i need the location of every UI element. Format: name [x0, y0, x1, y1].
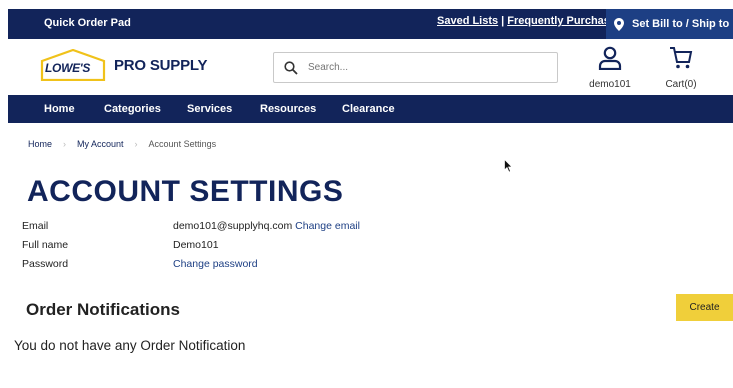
- location-pin-icon: [614, 17, 624, 31]
- cart-label: Cart(0): [665, 79, 697, 90]
- breadcrumb-my-account[interactable]: My Account: [77, 139, 124, 149]
- search-box[interactable]: [273, 52, 558, 83]
- top-utility-bar: Quick Order Pad Saved Lists | Frequently P…: [8, 9, 733, 39]
- nav-home[interactable]: Home: [44, 103, 75, 115]
- breadcrumb: Home › My Account › Account Settings: [28, 139, 216, 149]
- create-button[interactable]: Create: [676, 294, 733, 321]
- saved-lists-link[interactable]: Saved Lists: [437, 15, 498, 27]
- quick-order-pad-link[interactable]: Quick Order Pad: [44, 17, 131, 29]
- page-title: ACCOUNT SETTINGS: [27, 175, 344, 208]
- empty-notifications-message: You do not have any Order Notification: [14, 338, 246, 353]
- account-username: demo101: [589, 79, 631, 90]
- email-row: demo101@supplyhq.com Change email: [173, 220, 360, 232]
- email-value: demo101@supplyhq.com: [173, 220, 293, 232]
- nav-categories[interactable]: Categories: [104, 103, 161, 115]
- chevron-right-icon: ›: [134, 139, 138, 149]
- bill-to-label: Set Bill to / Ship to: [632, 18, 730, 30]
- search-icon: [284, 60, 298, 75]
- chevron-right-icon: ›: [63, 139, 67, 149]
- email-label: Email: [22, 220, 49, 232]
- nav-services[interactable]: Services: [187, 103, 232, 115]
- nav-clearance[interactable]: Clearance: [342, 103, 395, 115]
- bill-to-ship-to-button[interactable]: Set Bill to / Ship to: [606, 9, 733, 39]
- logo-lowes-text: LOWE'S: [45, 61, 91, 75]
- cart-icon: [670, 47, 693, 69]
- account-menu[interactable]: demo101: [586, 46, 634, 90]
- search-input[interactable]: [308, 62, 538, 73]
- nav-resources[interactable]: Resources: [260, 103, 316, 115]
- site-header: LOWE'S PRO SUPPLY demo101 Cart(0): [8, 39, 733, 95]
- password-label: Password: [22, 258, 69, 270]
- user-icon: [598, 46, 622, 71]
- cart-button[interactable]: Cart(0): [660, 46, 702, 90]
- page: Quick Order Pad Saved Lists | Frequently P…: [0, 0, 733, 388]
- order-notifications-heading: Order Notifications: [26, 300, 180, 319]
- lowes-pro-supply-logo[interactable]: LOWE'S PRO SUPPLY: [40, 49, 208, 81]
- change-email-link[interactable]: Change email: [295, 220, 360, 232]
- main-nav: Home Categories Services Resources Clear…: [8, 95, 733, 123]
- change-password-link[interactable]: Change password: [173, 258, 258, 270]
- mouse-cursor-icon: [504, 159, 513, 173]
- fullname-label: Full name: [22, 239, 69, 251]
- lowes-house-logo: LOWE'S: [40, 49, 106, 81]
- breadcrumb-current: Account Settings: [148, 139, 217, 149]
- links-separator: |: [501, 15, 505, 27]
- logo-pro-supply-text: PRO SUPPLY: [114, 56, 208, 74]
- fullname-value: Demo101: [173, 239, 219, 251]
- top-links: Saved Lists | Frequently Purchased: [437, 15, 623, 27]
- breadcrumb-home[interactable]: Home: [28, 139, 52, 149]
